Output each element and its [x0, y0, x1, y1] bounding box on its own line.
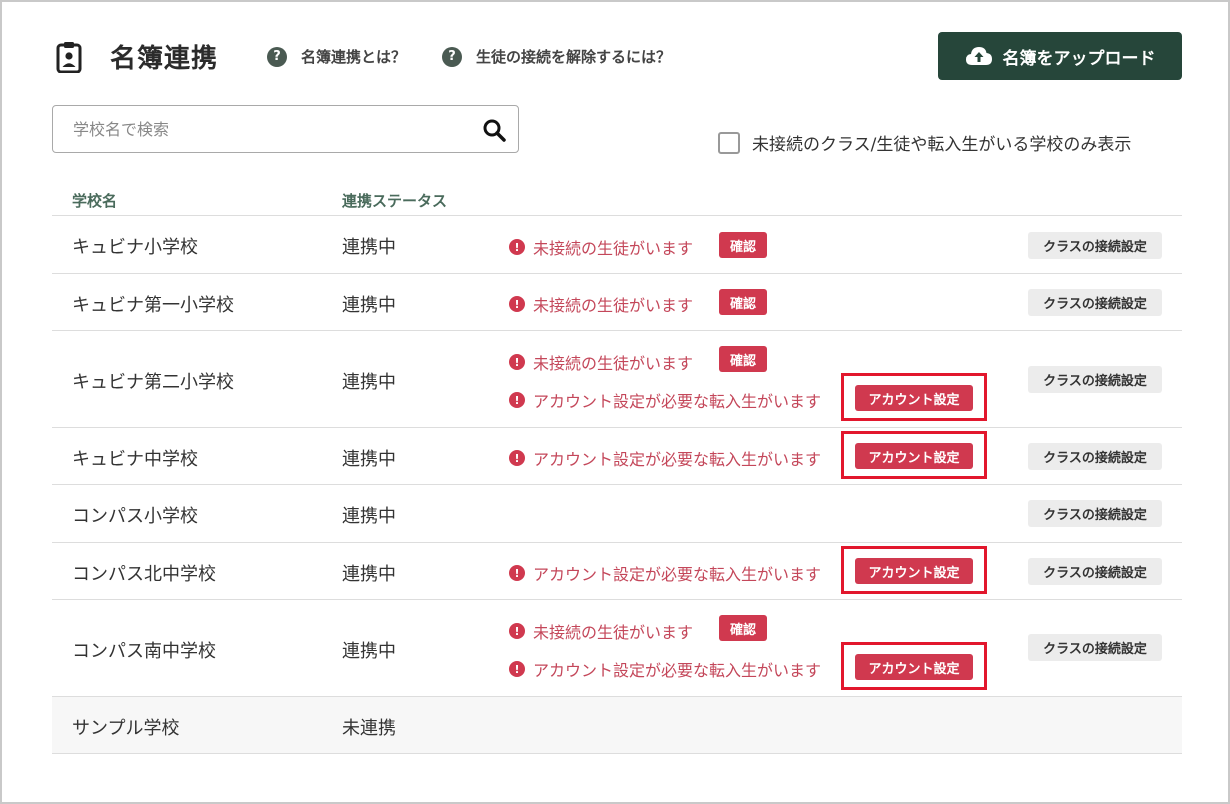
- alert-icon: !: [509, 239, 525, 255]
- link-status: 連携中: [342, 449, 396, 470]
- table-row: キュビナ小学校 連携中 ! 未接続の生徒がいます 確認 クラスの接続設定: [52, 216, 1182, 274]
- class-connection-button[interactable]: クラスの接続設定: [1028, 232, 1162, 259]
- class-connection-button[interactable]: クラスの接続設定: [1028, 634, 1162, 661]
- highlight-box: アカウント設定: [841, 431, 987, 479]
- table-header: 学校名 連携ステータス: [52, 182, 1182, 216]
- unconnected-warning: ! 未接続の生徒がいます: [509, 619, 693, 643]
- transfer-warning: ! アカウント設定が必要な転入生がいます: [509, 657, 821, 681]
- search-icon[interactable]: [482, 118, 506, 142]
- school-search: [52, 105, 519, 153]
- table-row: キュビナ第一小学校 連携中 ! 未接続の生徒がいます 確認 クラスの接続設定: [52, 274, 1182, 331]
- page-title: 名簿連携: [110, 44, 219, 74]
- upload-roster-button[interactable]: 名簿をアップロード: [938, 32, 1182, 80]
- link-status: 連携中: [342, 295, 396, 316]
- unconnected-warning: ! 未接続の生徒がいます: [509, 235, 693, 259]
- school-name: サンプル学校: [72, 718, 180, 739]
- link-status: 連携中: [342, 641, 396, 662]
- upload-roster-label: 名簿をアップロード: [1002, 48, 1156, 69]
- school-name: キュビナ第二小学校: [72, 372, 234, 393]
- column-header-school: 学校名: [72, 192, 118, 210]
- help-link-disconnect[interactable]: ? 生徒の接続を解除するには？: [442, 46, 671, 67]
- page-frame: 名簿連携 ? 名簿連携とは？ ? 生徒の接続を解除するには？ 名簿をアップロード…: [0, 0, 1230, 804]
- link-status: 連携中: [342, 372, 396, 393]
- highlight-box: アカウント設定: [841, 373, 987, 421]
- cloud-upload-icon: [965, 47, 992, 65]
- help-link-about-label: 名簿連携とは？: [301, 48, 407, 66]
- account-setting-button[interactable]: アカウント設定: [855, 558, 973, 584]
- unconnected-warning-text: 未接続の生徒がいます: [533, 623, 694, 642]
- question-icon: ?: [442, 46, 462, 67]
- class-connection-button[interactable]: クラスの接続設定: [1028, 443, 1162, 470]
- transfer-warning-text: アカウント設定が必要な転入生がいます: [533, 450, 822, 469]
- alert-icon: !: [509, 392, 525, 408]
- clipboard-badge-icon: [56, 42, 82, 73]
- help-link-about[interactable]: ? 名簿連携とは？: [267, 46, 406, 67]
- class-connection-button[interactable]: クラスの接続設定: [1028, 366, 1162, 393]
- alert-icon: !: [509, 661, 525, 677]
- question-icon: ?: [267, 46, 287, 67]
- link-status: 連携中: [342, 237, 396, 258]
- confirm-button[interactable]: 確認: [719, 346, 767, 372]
- school-name: コンパス北中学校: [72, 564, 216, 585]
- column-header-status: 連携ステータス: [342, 192, 448, 210]
- unconnected-warning-text: 未接続の生徒がいます: [533, 239, 694, 258]
- class-connection-button[interactable]: クラスの接続設定: [1028, 500, 1162, 527]
- link-status: 連携中: [342, 506, 396, 527]
- class-connection-button[interactable]: クラスの接続設定: [1028, 558, 1162, 585]
- table-row: キュビナ中学校 連携中 ! アカウント設定が必要な転入生がいます アカウント設定…: [52, 428, 1182, 485]
- transfer-warning-text: アカウント設定が必要な転入生がいます: [533, 392, 822, 411]
- unconnected-warning: ! 未接続の生徒がいます: [509, 350, 693, 374]
- filter-label: 未接続のクラス/生徒や転入生がいる学校のみ表示: [752, 135, 1132, 155]
- account-setting-button[interactable]: アカウント設定: [855, 443, 973, 469]
- transfer-warning: ! アカウント設定が必要な転入生がいます: [509, 388, 821, 412]
- school-name: コンパス小学校: [72, 506, 198, 527]
- confirm-button[interactable]: 確認: [719, 232, 767, 258]
- school-name: コンパス南中学校: [72, 641, 216, 662]
- school-name: キュビナ小学校: [72, 237, 198, 258]
- table-row: コンパス北中学校 連携中 ! アカウント設定が必要な転入生がいます アカウント設…: [52, 543, 1182, 600]
- highlight-box: アカウント設定: [841, 546, 987, 594]
- page-header: 名簿連携 ? 名簿連携とは？ ? 生徒の接続を解除するには？ 名簿をアップロード: [52, 32, 1182, 82]
- account-setting-button[interactable]: アカウント設定: [855, 385, 973, 411]
- transfer-warning: ! アカウント設定が必要な転入生がいます: [509, 446, 821, 470]
- highlight-box: アカウント設定: [841, 642, 987, 690]
- table-row: コンパス南中学校 連携中 ! 未接続の生徒がいます 確認 ! アカウント設定が必…: [52, 600, 1182, 697]
- filter-checkbox[interactable]: [718, 131, 740, 154]
- table-row: サンプル学校 未連携: [52, 697, 1182, 754]
- alert-icon: !: [509, 296, 525, 312]
- unconnected-warning-text: 未接続の生徒がいます: [533, 296, 694, 315]
- table-row: コンパス小学校 連携中 クラスの接続設定: [52, 485, 1182, 543]
- alert-icon: !: [509, 354, 525, 370]
- search-input[interactable]: [53, 106, 463, 152]
- transfer-warning-text: アカウント設定が必要な転入生がいます: [533, 661, 822, 680]
- transfer-warning: ! アカウント設定が必要な転入生がいます: [509, 561, 821, 585]
- school-table: 学校名 連携ステータス キュビナ小学校 連携中 ! 未接続の生徒がいます 確認 …: [52, 182, 1182, 754]
- account-setting-button[interactable]: アカウント設定: [855, 654, 973, 680]
- confirm-button[interactable]: 確認: [719, 615, 767, 641]
- unconnected-warning-text: 未接続の生徒がいます: [533, 354, 694, 373]
- alert-icon: !: [509, 565, 525, 581]
- transfer-warning-text: アカウント設定が必要な転入生がいます: [533, 565, 822, 584]
- unconnected-warning: ! 未接続の生徒がいます: [509, 292, 693, 316]
- confirm-button[interactable]: 確認: [719, 289, 767, 315]
- alert-icon: !: [509, 623, 525, 639]
- link-status: 連携中: [342, 564, 396, 585]
- school-name: キュビナ第一小学校: [72, 295, 234, 316]
- class-connection-button[interactable]: クラスの接続設定: [1028, 289, 1162, 316]
- school-name: キュビナ中学校: [72, 449, 198, 470]
- table-row: キュビナ第二小学校 連携中 ! 未接続の生徒がいます 確認 ! アカウント設定が…: [52, 331, 1182, 428]
- link-status: 未連携: [342, 718, 396, 739]
- filter-unconnected[interactable]: 未接続のクラス/生徒や転入生がいる学校のみ表示: [718, 130, 1131, 155]
- alert-icon: !: [509, 450, 525, 466]
- help-link-disconnect-label: 生徒の接続を解除するには？: [476, 48, 672, 66]
